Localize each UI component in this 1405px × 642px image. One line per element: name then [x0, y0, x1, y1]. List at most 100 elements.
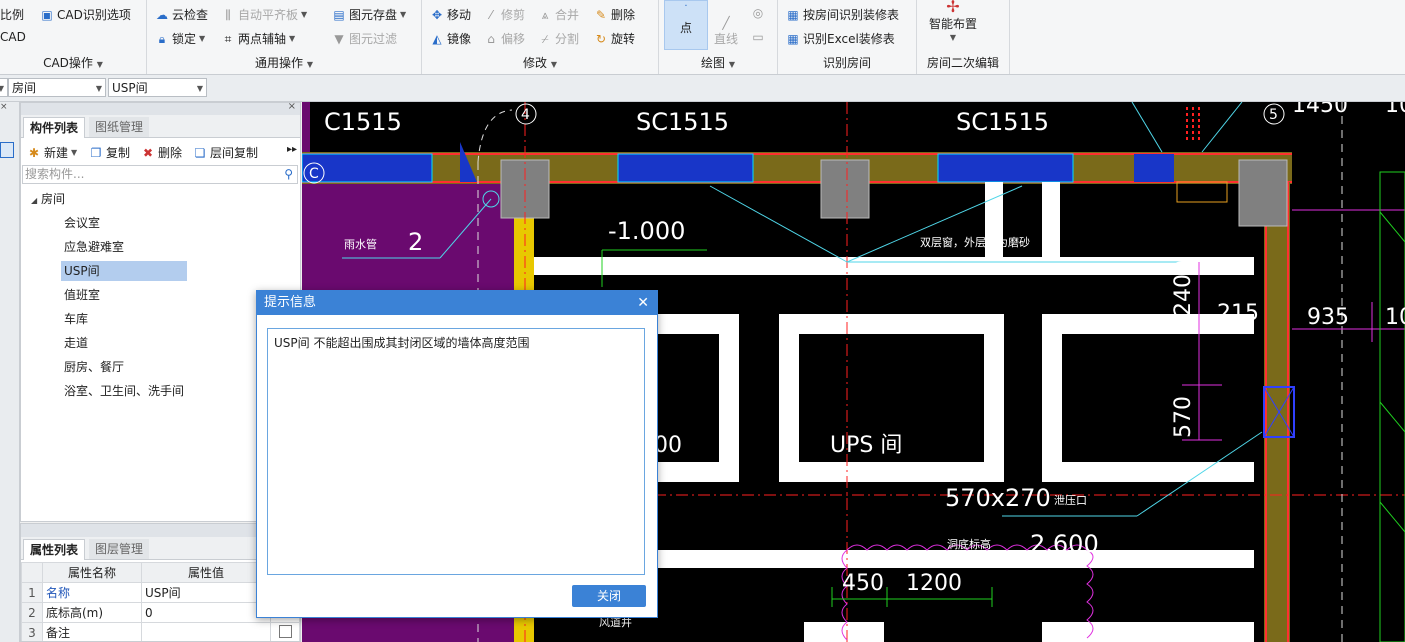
dialog-titlebar: 提示信息 ✕ — [257, 291, 657, 315]
copy-icon: ❐ — [90, 145, 102, 160]
strip-panel-icon[interactable] — [0, 142, 14, 158]
delete-component-label: 删除 — [158, 146, 183, 160]
tree-item[interactable]: 车库 — [61, 309, 91, 329]
component-search-input[interactable]: 搜索构件... ⚲ — [22, 165, 298, 184]
eraser-icon: ✎ — [595, 7, 607, 22]
label-450: 450 — [842, 571, 884, 596]
circle-tool[interactable]: ◎ — [751, 6, 765, 20]
row-number: 1 — [21, 582, 43, 603]
search-icon[interactable]: ⚲ — [284, 166, 293, 183]
trim-icon: ⁄ — [489, 7, 492, 22]
group-modify: ✥ 移动 ⁄ 修剪 ⩓ 合并 ✎ 删除 ◭ 镜像 ⌂ 偏移 ⌿ 分割 ↻ 旋转 修改 ▼ — [422, 0, 659, 74]
recognize-excel-button[interactable]: ▦ 识别Excel装修表 — [786, 30, 895, 47]
tree-item-selected[interactable]: USP间 — [61, 261, 187, 281]
collapse-icon[interactable]: ◢ — [31, 196, 37, 205]
line-button[interactable]: ╱ 直线 — [714, 16, 738, 47]
label-double-window: 双层窗，外层窗为磨砂 — [920, 235, 1030, 249]
element-filter-label: 图元过滤 — [349, 32, 398, 46]
header-num-cell — [21, 562, 43, 583]
by-room-label: 按房间识别装修表 — [803, 8, 900, 22]
trim-button[interactable]: ⁄ 修剪 — [484, 6, 525, 23]
more-icon[interactable]: ▸▸ — [287, 144, 297, 155]
right-wall — [1264, 182, 1290, 642]
two-point-axis-button[interactable]: ⌗ 两点辅轴 ▼ — [221, 30, 296, 47]
mirror-icon: ◭ — [432, 31, 442, 46]
tree-item[interactable]: 浴室、卫生间、洗手间 — [61, 381, 187, 401]
group-recognize-room: ▦ 按房间识别装修表 ▦ 识别Excel装修表 识别房间 — [778, 0, 917, 74]
move-button[interactable]: ✥ 移动 — [430, 6, 471, 23]
delete-icon: ✖ — [142, 145, 154, 160]
label-c1515: C1515 — [324, 108, 402, 136]
tab-drawing-manage[interactable]: 图纸管理 — [89, 117, 150, 137]
close-icon[interactable]: ✕ — [637, 291, 649, 315]
copy-button[interactable]: ❐ 复制 — [89, 144, 130, 161]
component-combo[interactable]: USP间 ▼ — [108, 78, 207, 97]
table-row[interactable]: 3 备注 — [21, 622, 300, 641]
tab-property-list[interactable]: 属性列表 — [23, 539, 86, 560]
strip-close-icon[interactable]: × — [0, 102, 8, 112]
close-button[interactable]: 关闭 — [572, 585, 646, 607]
recognize-by-room-button[interactable]: ▦ 按房间识别装修表 — [786, 6, 899, 23]
group-label-cad-ops[interactable]: CAD操作 ▼ — [0, 54, 146, 71]
cad-icon: ▣ — [41, 7, 53, 22]
label-2600: 2.600 — [1030, 530, 1099, 558]
point-button[interactable]: · 点 — [664, 0, 708, 50]
row-property-value[interactable]: 0 — [141, 602, 271, 623]
merge-button[interactable]: ⩓ 合并 — [538, 6, 579, 23]
cad-options-button[interactable]: ▣ CAD识别选项 — [40, 6, 131, 23]
label-elev: -1.000 — [608, 217, 685, 245]
cloud-icon: ☁ — [156, 7, 168, 22]
offset-icon: ⌂ — [487, 31, 495, 46]
mirror-button[interactable]: ◭ 镜像 — [430, 30, 471, 47]
tree-item[interactable]: 值班室 — [61, 285, 103, 305]
lock-button[interactable]: 🔒︎ 锁定 ▼ — [155, 30, 205, 47]
offset-button[interactable]: ⌂ 偏移 — [484, 30, 525, 47]
element-filter-button[interactable]: ▼ 图元过滤 — [332, 30, 397, 47]
tree-item[interactable]: 应急避难室 — [61, 237, 127, 257]
window-sc1515-b — [937, 153, 1074, 183]
excel-icon: ▦ — [787, 31, 799, 46]
delete-button[interactable]: ✎ 删除 — [594, 6, 635, 23]
tree-item[interactable]: 会议室 — [61, 213, 103, 233]
tree-item[interactable]: 走道 — [61, 333, 91, 353]
checkbox[interactable] — [278, 624, 292, 638]
tree-root-room[interactable]: ◢ 房间 — [31, 189, 65, 209]
scale-label: 比例 — [0, 8, 25, 22]
group-label-modify[interactable]: 修改 ▼ — [422, 54, 658, 71]
tree-item[interactable]: 厨房、餐厅 — [61, 357, 127, 377]
tab-component-list[interactable]: 构件列表 — [23, 117, 86, 138]
type-combo[interactable]: 房间 ▼ — [8, 78, 106, 97]
smart-layout-button[interactable]: ✢ 智能布置 ▼ — [929, 0, 977, 42]
rect-tool[interactable]: ▭ — [751, 30, 765, 44]
trim-label: 修剪 — [501, 8, 526, 22]
move-icon: ✥ — [431, 7, 443, 22]
group-label-draw[interactable]: 绘图 ▼ — [659, 54, 777, 71]
cad-options-label: CAD识别选项 — [57, 8, 131, 22]
row-checkbox-cell — [270, 622, 300, 641]
new-button[interactable]: ✱ 新建 ▼ — [27, 144, 77, 161]
group-label-common-ops[interactable]: 通用操作 ▼ — [147, 54, 421, 71]
row-property-value[interactable] — [141, 622, 271, 641]
cad-clear-button[interactable]: CAD — [0, 30, 26, 44]
row-property-value[interactable]: USP间 — [141, 582, 271, 603]
floor-copy-button[interactable]: ❏ 层间复制 — [193, 144, 258, 161]
floor-combo[interactable]: ▼ — [0, 78, 8, 97]
split-button[interactable]: ⌿ 分割 — [538, 30, 579, 47]
save-element-button[interactable]: ▤ 图元存盘 ▼ — [332, 6, 406, 23]
ribbon: 比例 ▣ CAD识别选项 CAD CAD操作 ▼ ☁ 云检查 ⫼ 自动平齐板 ▼ ▤ 图元… — [0, 0, 1405, 75]
merge-icon: ⩓ — [541, 7, 549, 22]
label-215: 215 — [1217, 301, 1259, 326]
rotate-button[interactable]: ↻ 旋转 — [594, 30, 635, 47]
auto-align-button[interactable]: ⫼ 自动平齐板 ▼ — [221, 6, 307, 23]
floor-copy-label: 层间复制 — [210, 146, 259, 160]
cloud-check-button[interactable]: ☁ 云检查 — [155, 6, 208, 23]
excel-label: 识别Excel装修表 — [803, 32, 895, 46]
label-1450: 1450 — [1292, 102, 1348, 118]
smart-layout-label: 智能布置 — [929, 17, 978, 31]
scale-button[interactable]: 比例 — [0, 6, 24, 23]
close-icon[interactable]: × — [288, 101, 296, 112]
rectangle-icon: ▭ — [752, 30, 764, 44]
tab-layer-manage[interactable]: 图层管理 — [89, 539, 150, 559]
delete-component-button[interactable]: ✖ 删除 — [141, 144, 182, 161]
label-partial-00: 00 — [654, 433, 682, 458]
